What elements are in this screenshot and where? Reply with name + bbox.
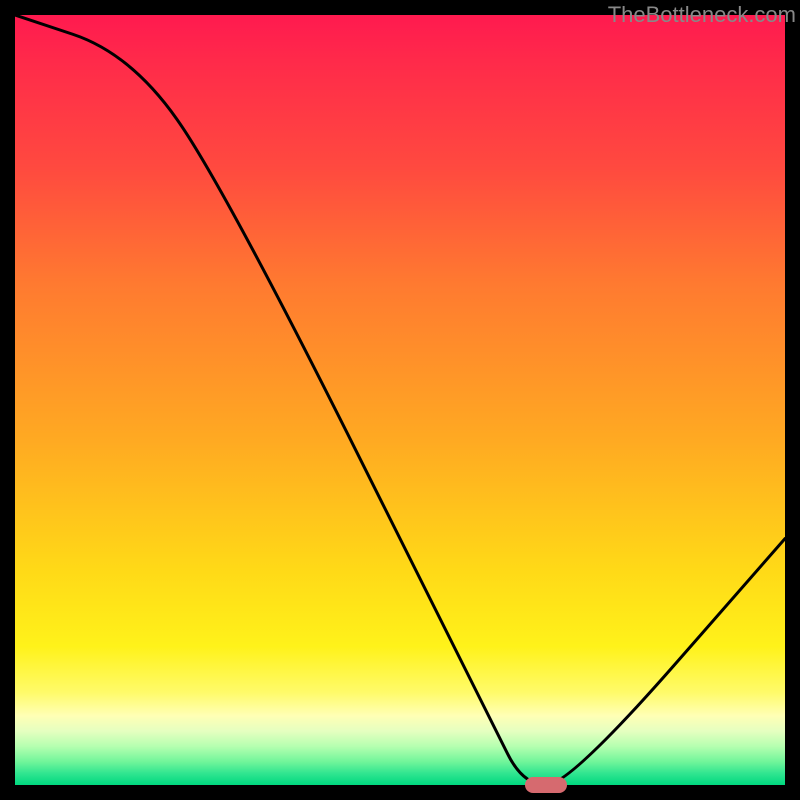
bottleneck-curve — [15, 15, 785, 785]
optimal-marker — [525, 777, 567, 793]
plot-gradient-area — [15, 15, 785, 785]
watermark-text: TheBottleneck.com — [608, 2, 796, 28]
